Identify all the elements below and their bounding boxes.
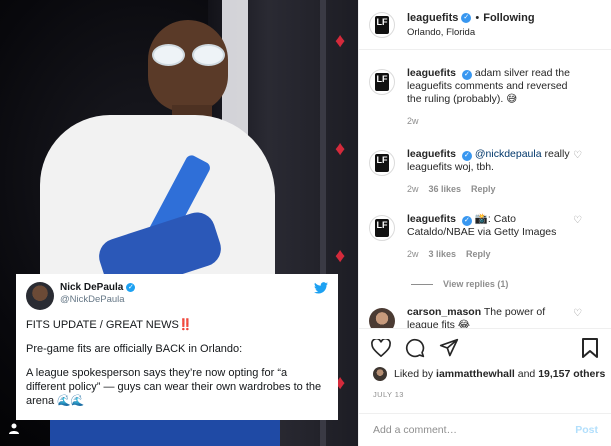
comment-username[interactable]: leaguefits (407, 148, 456, 160)
twitter-bird-icon (314, 282, 328, 297)
like-comment-heart-icon[interactable]: ♡ (573, 308, 582, 319)
post-comment-button[interactable]: Post (575, 424, 598, 436)
tweet-avatar (26, 282, 54, 310)
user-tag-icon[interactable] (8, 422, 22, 436)
comment-username[interactable]: carson_mason (407, 306, 481, 318)
comment-likes[interactable]: 36 likes (429, 184, 462, 194)
bookmark-save-icon[interactable] (580, 338, 600, 358)
rockets-logo-icon: ♦ (335, 30, 346, 52)
like-comment-heart-icon[interactable]: ♡ (573, 150, 582, 161)
sunglasses (152, 44, 228, 66)
post-location[interactable]: Orlando, Florida (407, 27, 535, 38)
comments-list[interactable]: LF leaguefits ✓ adam silver read the lea… (359, 51, 611, 328)
tweet-author-name: Nick DePaula ✓ (60, 282, 136, 293)
reply-button[interactable]: Reply (471, 184, 496, 194)
commenter-avatar[interactable] (369, 308, 395, 328)
comment-item: LF leaguefits ✓ 📸: Cato Cataldo/NBAE via… (369, 213, 602, 259)
tweet-card: Nick DePaula ✓ @NickDePaula FITS UPDATE … (16, 274, 338, 420)
post-header: LF leaguefits ✓ • Following Orlando, Flo… (359, 0, 611, 50)
view-replies-button[interactable]: View replies (1) (411, 279, 508, 289)
comment-username[interactable]: leaguefits (407, 67, 456, 79)
add-comment-bar: Post (359, 413, 611, 445)
following-button[interactable]: Following (483, 12, 534, 24)
share-paper-plane-icon[interactable] (439, 338, 459, 358)
comment-mention[interactable]: @nickdepaula (475, 148, 542, 160)
comment-time[interactable]: 2w (407, 116, 419, 126)
tweet-body: FITS UPDATE / GREAT NEWS‼️ Pre-game fits… (26, 319, 322, 407)
verified-icon: ✓ (461, 151, 472, 161)
player-figure (148, 20, 228, 112)
post-date[interactable]: JULY 13 (359, 390, 611, 399)
comment-item: carson_mason The power of league fits 😂 … (369, 306, 602, 328)
likes-summary: Liked by iammatthewhall and 19,157 other… (359, 367, 611, 381)
tweet-handle: @NickDePaula (60, 294, 125, 305)
post-actions: Liked by iammatthewhall and 19,157 other… (359, 328, 611, 444)
comment-bubble-icon[interactable] (405, 338, 425, 358)
leaguefits-avatar[interactable]: LF (369, 69, 395, 95)
like-heart-icon[interactable] (371, 338, 391, 358)
rockets-logo-icon: ♦ (335, 138, 346, 160)
post-image[interactable]: ♦ ♦ ♦ ♦ Nick DePaula ✓ @NickDePaula FITS… (0, 0, 358, 446)
verified-icon: ✓ (126, 283, 136, 292)
verified-icon: ✓ (461, 70, 472, 80)
header-username[interactable]: leaguefits (407, 12, 458, 24)
like-comment-heart-icon[interactable]: ♡ (573, 215, 582, 226)
comment-time[interactable]: 2w (407, 184, 419, 194)
liker-avatar[interactable] (373, 367, 387, 381)
liker-username[interactable]: iammatthewhall (436, 368, 515, 380)
comment-likes[interactable]: 3 likes (429, 249, 457, 259)
leaguefits-avatar[interactable]: LF (369, 215, 395, 241)
verified-icon: ✓ (461, 216, 472, 226)
comment-item: LF leaguefits ✓ adam silver read the lea… (369, 67, 602, 126)
post-sidebar: LF leaguefits ✓ • Following Orlando, Flo… (358, 0, 611, 446)
comment-item: LF leaguefits ✓ @nickdepaula really leag… (369, 148, 602, 194)
comment-username[interactable]: leaguefits (407, 213, 456, 225)
comment-time[interactable]: 2w (407, 249, 419, 259)
leaguefits-avatar[interactable]: LF (369, 150, 395, 176)
reply-button[interactable]: Reply (466, 249, 491, 259)
likes-count[interactable]: 19,157 others (538, 368, 605, 380)
leaguefits-avatar[interactable]: LF (369, 11, 395, 38)
add-comment-input[interactable] (373, 423, 576, 436)
rockets-logo-icon: ♦ (335, 245, 346, 267)
verified-icon: ✓ (461, 12, 472, 23)
